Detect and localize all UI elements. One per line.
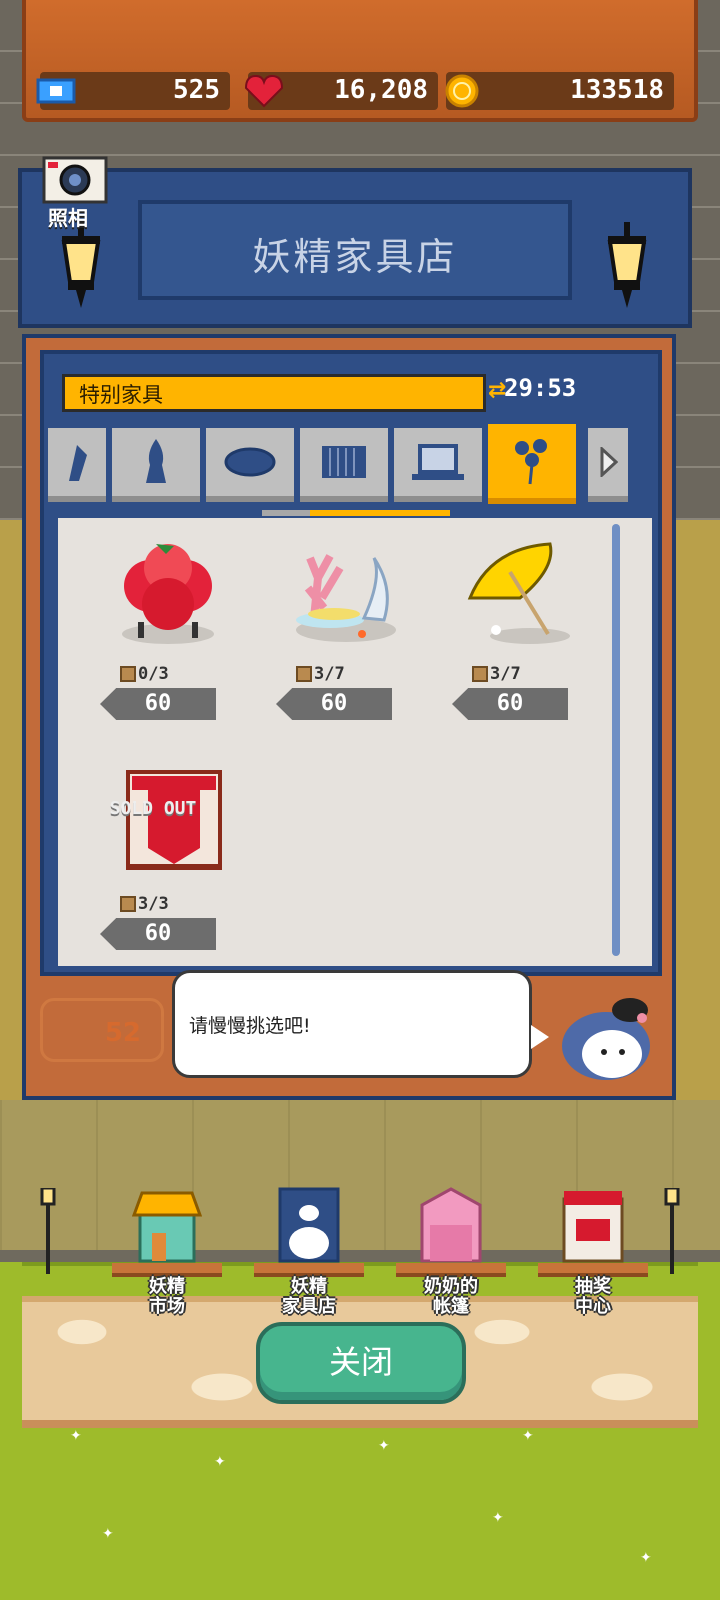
rug-icon — [224, 447, 276, 477]
tab-lamp[interactable] — [48, 428, 106, 502]
radiator-icon — [322, 446, 366, 478]
nav-label: 抽奖 中心 — [575, 1276, 611, 1317]
lamppost-icon — [40, 1188, 56, 1274]
price-tag[interactable]: 60 — [276, 688, 392, 720]
ticket-icon — [36, 78, 76, 104]
sparkle-icon: ✦ — [102, 1526, 114, 1542]
shop-item[interactable]: 3/7 60 — [440, 538, 610, 738]
shop-item[interactable]: 3/7 60 — [264, 538, 434, 738]
tab-radiator[interactable] — [300, 428, 388, 502]
nav-fairy-market[interactable]: 妖精 市场 — [112, 1185, 222, 1317]
nav-base — [112, 1263, 222, 1277]
nav-base — [254, 1263, 364, 1277]
price-tag[interactable]: 60 — [100, 688, 216, 720]
category-label: 特别家具 — [79, 383, 163, 407]
sparkle-icon: ✦ — [378, 1438, 390, 1454]
item-grid: 0/3 60 3/7 60 3/7 60 SOLD OUT 3/3 60 — [58, 518, 652, 966]
ticket-counter[interactable]: 525 — [36, 72, 230, 110]
close-button[interactable]: 关闭 — [256, 1322, 466, 1404]
item-scrollbar[interactable] — [612, 524, 620, 956]
wall-lamp-icon — [61, 222, 101, 308]
nav-base — [538, 1263, 648, 1277]
tab-scrollbar-thumb — [310, 510, 450, 516]
market-building-icon — [132, 1191, 202, 1263]
tab-special[interactable] — [488, 424, 576, 504]
camellia-stool-image — [122, 544, 214, 644]
ticket-count: 525 — [173, 75, 220, 105]
nav-lottery-center[interactable]: 抽奖 中心 — [538, 1185, 648, 1317]
coral-shell-image — [296, 554, 396, 642]
tab-laptop[interactable] — [394, 428, 482, 502]
sign-plate: 妖精家具店 — [138, 200, 572, 300]
price-tag[interactable]: 60 — [452, 688, 568, 720]
shopkeeper-fairy[interactable] — [550, 988, 660, 1084]
balloon-flower-icon — [515, 439, 547, 485]
beach-umbrella-image — [467, 542, 570, 644]
camera-label[interactable]: 照相 — [48, 202, 88, 231]
tab-vase[interactable] — [112, 428, 200, 502]
coin-count: 133518 — [570, 75, 664, 105]
tab-rug[interactable] — [206, 428, 294, 502]
heart-counter[interactable]: 16,208 — [244, 72, 438, 110]
chevron-right-icon — [600, 447, 618, 477]
tab-next-arrow[interactable] — [588, 428, 628, 502]
nav-label: 妖精 家具店 — [282, 1276, 336, 1317]
price-tag: 60 — [100, 918, 216, 950]
heart-icon — [244, 74, 284, 108]
shop-item[interactable]: 0/3 60 — [88, 538, 258, 738]
heart-count: 16,208 — [334, 75, 428, 105]
speech-bubble-tail — [531, 1025, 549, 1049]
vase-icon — [146, 439, 166, 483]
shop-panel: 特别家具 ⇄ 29:53 0/3 60 3/7 60 3/7 60 SOLD O… — [40, 350, 662, 976]
lamppost-icon — [664, 1188, 680, 1274]
shopkeeper-speech: 请慢慢挑选吧! — [189, 1015, 311, 1037]
wall-lamp-icon — [607, 222, 647, 308]
stock-count: 3/3 — [120, 894, 169, 914]
nav-label: 妖精 市场 — [149, 1276, 185, 1317]
stock-count: 3/7 — [296, 664, 345, 684]
refresh-timer: 29:53 — [504, 374, 577, 402]
shop-window: 特别家具 ⇄ 29:53 0/3 60 3/7 60 3/7 60 SOLD O… — [22, 334, 676, 1100]
resource-bar: 525 16,208 133518 — [22, 0, 698, 122]
nav-furniture-shop[interactable]: 妖精 家具店 — [254, 1185, 364, 1317]
stock-count: 3/7 — [472, 664, 521, 684]
box-icon — [120, 896, 136, 912]
stock-count: 0/3 — [120, 664, 169, 684]
speech-bubble: 请慢慢挑选吧! — [172, 970, 549, 1078]
coin-counter[interactable]: 133518 — [445, 72, 674, 110]
category-tabs — [48, 424, 652, 506]
sparkle-icon: ✦ — [214, 1454, 226, 1470]
sold-out-label: SOLD OUT — [109, 798, 197, 819]
tent-icon — [420, 1187, 482, 1263]
category-banner: 特别家具 — [62, 374, 486, 412]
box-icon — [472, 666, 488, 682]
tab-scrollbar — [262, 510, 450, 516]
box-icon — [120, 666, 136, 682]
shop-title: 妖精家具店 — [252, 235, 458, 279]
furniture-shop-icon — [278, 1187, 340, 1263]
shop-level-badge: 52 — [40, 998, 164, 1062]
lamp-icon — [69, 445, 87, 481]
nav-grandma-tent[interactable]: 奶奶的 帐篷 — [396, 1185, 506, 1317]
coin-icon — [445, 74, 479, 108]
laptop-icon — [412, 444, 464, 480]
sparkle-icon: ✦ — [522, 1428, 534, 1444]
nav-label: 奶奶的 帐篷 — [424, 1276, 478, 1317]
box-icon — [296, 666, 312, 682]
nav-base — [396, 1263, 506, 1277]
shop-item-sold-out[interactable]: SOLD OUT 3/3 60 — [88, 768, 258, 968]
sparkle-icon: ✦ — [492, 1510, 504, 1526]
sparkle-icon: ✦ — [70, 1428, 82, 1444]
shop-sign: 妖精家具店 — [18, 168, 692, 328]
lottery-booth-icon — [562, 1191, 624, 1263]
sparkle-icon: ✦ — [640, 1550, 652, 1566]
